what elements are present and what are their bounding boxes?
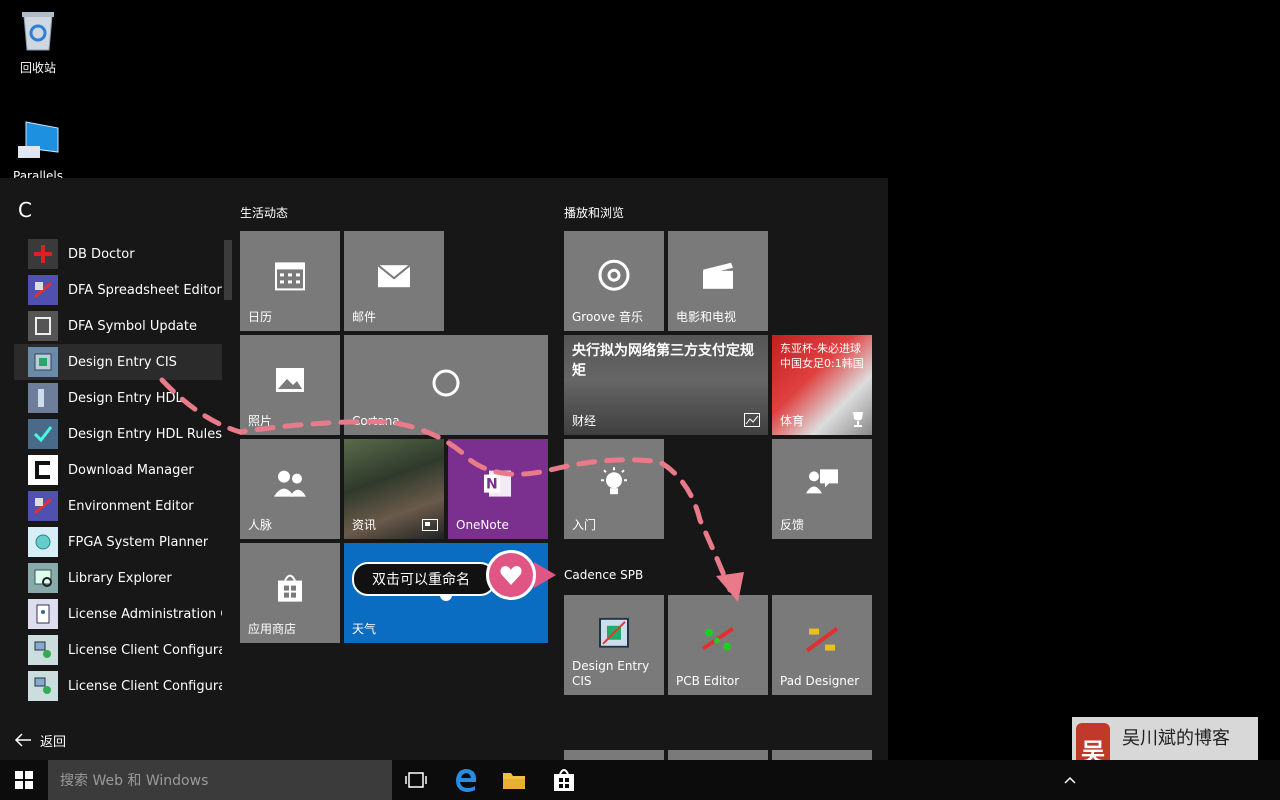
windows-logo-icon: [15, 771, 33, 789]
store-button[interactable]: [550, 766, 578, 794]
rename-hint-bubble: 双击可以重命名: [352, 562, 496, 596]
bubble-pointer: [534, 562, 556, 588]
taskbar: 搜索 Web 和 Windows: [0, 760, 1280, 800]
heart-icon: [500, 566, 522, 585]
edge-button[interactable]: [452, 766, 480, 794]
search-placeholder: 搜索 Web 和 Windows: [60, 773, 209, 789]
file-explorer-button[interactable]: [500, 766, 528, 794]
tray-up-arrow[interactable]: [1060, 766, 1080, 794]
chevron-up-icon: [1064, 776, 1076, 784]
heart-badge: [486, 550, 536, 600]
store-icon: [554, 769, 574, 791]
edge-icon: [456, 769, 477, 792]
annotation-dashed-arrow: [159, 377, 744, 602]
rename-hint-text: 双击可以重命名: [372, 572, 470, 588]
task-view-icon: [405, 772, 427, 788]
folder-icon: [503, 773, 525, 789]
blog-title: 吴川斌的博客: [1122, 728, 1230, 749]
task-view-button[interactable]: [402, 766, 430, 794]
search-box[interactable]: 搜索 Web 和 Windows: [48, 760, 392, 800]
start-button[interactable]: [0, 760, 48, 800]
